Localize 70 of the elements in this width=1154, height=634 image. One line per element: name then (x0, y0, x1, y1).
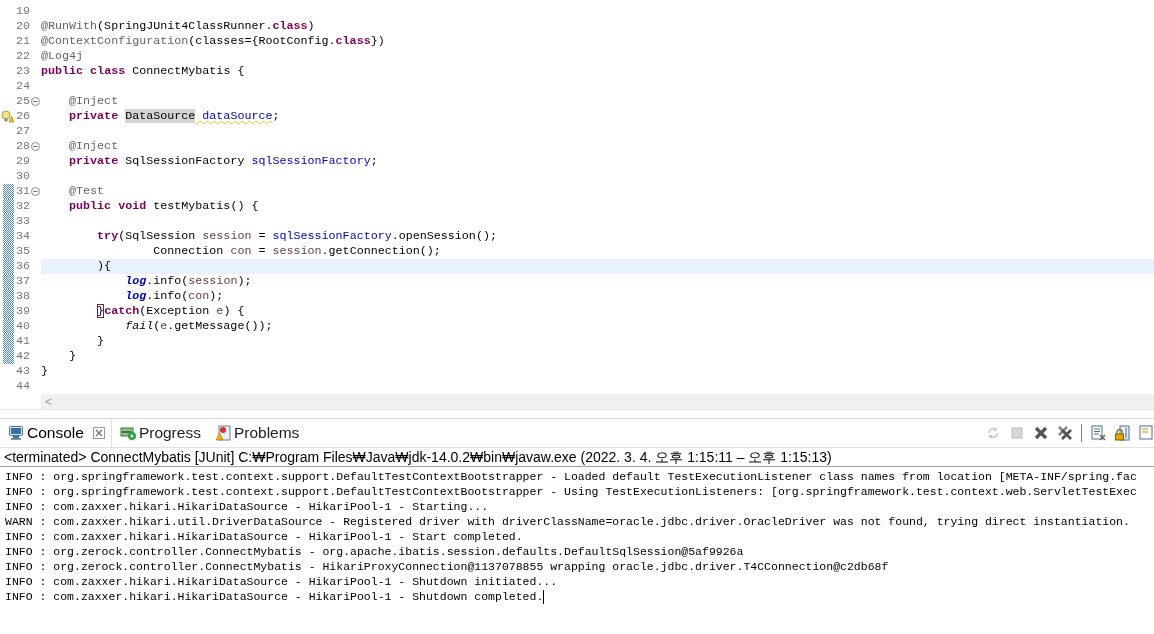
collapse-icon[interactable] (31, 97, 40, 106)
line-number: 43 (15, 364, 30, 379)
code-line: @Inject (68, 94, 119, 108)
code-line: @ContextConfiguration(classes={RootConfig.class}) (41, 34, 385, 48)
scroll-lock-icon[interactable] (1114, 425, 1130, 441)
line-number: 42 (15, 349, 30, 364)
code-line: } (96, 334, 105, 348)
line-number: 34 (15, 229, 30, 244)
line-number: 38 (15, 289, 30, 304)
line-number: 30 (15, 169, 30, 184)
line-number: 31 (15, 184, 30, 199)
collapse-icon[interactable] (31, 142, 40, 151)
warning-lightbulb-icon[interactable] (1, 110, 14, 123)
console-line: INFO : org.zerock.controller.ConnectMybatis - HikariProxyConnection@1137078855 wrapping oracle.jdbc.driver.T4CConnection@c2db68f (5, 559, 889, 574)
console-line: INFO : com.zaxxer.hikari.HikariDataSource - HikariPool-1 - Starting... (5, 499, 489, 514)
console-line: INFO : org.springframework.test.context.support.DefaultTestContextBootstrapper - Loaded default TestExecutionListener class names from location [META-INF/spring.fac (5, 469, 1137, 484)
line-number: 41 (15, 334, 30, 349)
remove-all-icon[interactable] (1057, 425, 1073, 441)
code-line: private DataSource dataSource; (68, 109, 280, 123)
line-number: 22 (15, 49, 30, 64)
console-line: INFO : com.zaxxer.hikari.HikariDataSource - HikariPool-1 - Shutdown initiated... (5, 574, 558, 589)
line-number: 28 (15, 139, 30, 154)
code-line: fail(e.getMessage()); (124, 319, 273, 333)
line-number: 36 (15, 259, 30, 274)
console-tab[interactable]: Problems (206, 419, 306, 447)
line-number: 26 (15, 109, 30, 124)
console-tab[interactable]: Progress (111, 419, 207, 447)
problems-icon (214, 425, 231, 441)
console-line: INFO : com.zaxxer.hikari.HikariDataSource - HikariPool-1 - Shutdown completed. (5, 589, 544, 604)
clear-console-icon[interactable] (1090, 425, 1106, 441)
line-number: 25 (15, 94, 30, 109)
code-line: Connection con = session.getConnection(); (152, 244, 441, 258)
line-number: 27 (15, 124, 30, 139)
code-line: @Inject (68, 139, 119, 153)
code-line: try(SqlSession session = sqlSessionFactory.openSession(); (96, 229, 497, 243)
line-number: 39 (15, 304, 30, 319)
line-number: 44 (15, 379, 30, 394)
console-line: INFO : org.zerock.controller.ConnectMybatis - org.apache.ibatis.session.defaults.DefaultSqlSession@5af9926a (5, 544, 744, 559)
line-number: 19 (15, 4, 30, 19)
line-number: 24 (15, 79, 30, 94)
collapse-icon[interactable] (31, 187, 40, 196)
code-line: @RunWith(SpringJUnit4ClassRunner.class) (41, 19, 315, 33)
line-number: 33 (15, 214, 30, 229)
code-line: log.info(con); (124, 289, 224, 303)
code-line: } (68, 349, 77, 363)
console-line: INFO : org.springframework.test.context.support.DefaultTestContextBootstrapper - Using TestExecutionListeners: [org.springframework.test.context.web.ServletTestExec (5, 484, 1137, 499)
code-line: } (41, 364, 48, 378)
console-line: INFO : com.zaxxer.hikari.HikariDataSource - HikariPool-1 - Start completed. (5, 529, 523, 544)
code-line: log.info(session); (124, 274, 252, 288)
code-line: private SqlSessionFactory sqlSessionFactory; (68, 154, 378, 168)
line-number: 40 (15, 319, 30, 334)
code-line: public class ConnectMybatis { (41, 64, 245, 78)
line-number: 23 (15, 64, 30, 79)
line-number: 32 (15, 199, 30, 214)
line-number: 20 (15, 19, 30, 34)
line-number: 37 (15, 274, 30, 289)
code-line: @Test (68, 184, 105, 198)
remove-icon[interactable] (1033, 425, 1049, 441)
line-number: 21 (15, 34, 30, 49)
code-line: }catch(Exception e) { (96, 304, 245, 318)
console-line: WARN : com.zaxxer.hikari.util.DriverDataSource - Registered driver with driverClassName=oracle.jdbc.driver.OracleDriver was not found, trying direct instantiation. (5, 514, 1130, 529)
monitor-icon (8, 425, 24, 441)
code-line: @Log4j (41, 49, 84, 63)
line-number: 35 (15, 244, 30, 259)
close-icon[interactable] (92, 427, 105, 439)
code-line: public void testMybatis() { (68, 199, 259, 213)
process-label: <terminated> ConnectMybatis [JUnit] C:₩Program Files₩Java₩jdk-14.0.2₩bin₩javaw.exe (2022. 3. 4. 오후 1:15:11 – 오후 1:15:13) (0, 448, 1154, 467)
code-line: ){ (96, 259, 112, 273)
progress-icon (119, 425, 136, 441)
line-number: 29 (15, 154, 30, 169)
